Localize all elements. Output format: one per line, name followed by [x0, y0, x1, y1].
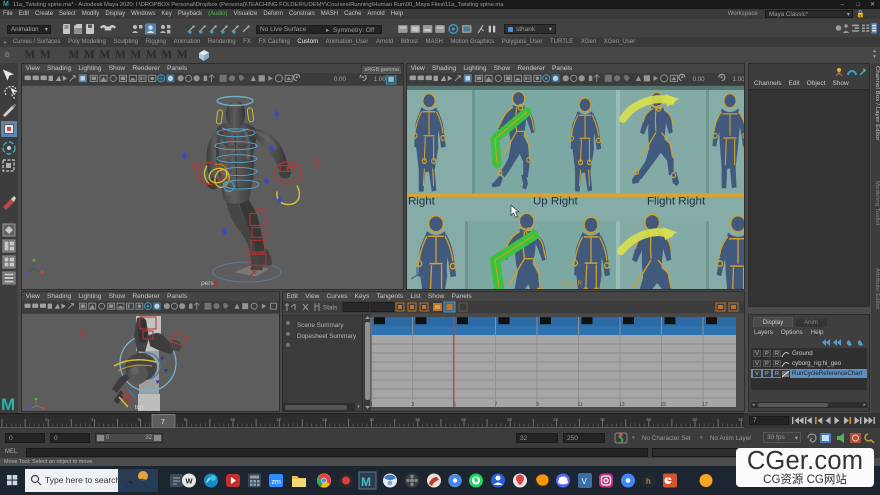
svg-text:1: 1: [370, 402, 373, 408]
svg-text:3: 3: [412, 402, 415, 408]
svg-text:M: M: [361, 475, 371, 489]
svg-text:12: 12: [276, 417, 282, 422]
svg-text:Type here to search: Type here to search: [45, 475, 120, 485]
svg-text:0.00: 0.00: [334, 76, 347, 83]
svg-text:7: 7: [495, 402, 498, 408]
svg-text:Flight Right: Flight Right: [647, 195, 706, 207]
svg-text:30: 30: [692, 417, 698, 422]
svg-text:11: 11: [578, 402, 583, 408]
svg-text:19: 19: [744, 402, 745, 408]
svg-text:20: 20: [461, 417, 467, 422]
svg-text:13: 13: [619, 402, 625, 408]
svg-text:28: 28: [646, 417, 652, 422]
svg-text:9: 9: [536, 402, 539, 408]
svg-text:0.00: 0.00: [693, 76, 706, 83]
svg-text:7: 7: [161, 419, 165, 426]
svg-text:zm: zm: [272, 479, 282, 486]
svg-text:W: W: [186, 477, 194, 486]
svg-text:26: 26: [600, 417, 606, 422]
svg-text:1.00: 1.00: [732, 76, 744, 83]
svg-text:V: V: [582, 477, 588, 486]
svg-text:top: top: [135, 405, 144, 411]
svg-text:Up Right: Up Right: [533, 195, 579, 207]
svg-text:15: 15: [661, 402, 667, 408]
svg-text:side_R: side_R: [562, 280, 583, 287]
svg-text:17: 17: [702, 402, 708, 408]
svg-text:24: 24: [553, 417, 559, 422]
svg-text:1.00: 1.00: [374, 76, 387, 83]
svg-text:Stats: Stats: [323, 305, 337, 312]
svg-text:14: 14: [322, 417, 328, 422]
svg-text:22: 22: [507, 417, 513, 422]
svg-text:18: 18: [415, 417, 421, 422]
svg-text:10: 10: [230, 417, 236, 422]
svg-text:M: M: [1, 395, 15, 413]
svg-text:h: h: [646, 476, 651, 486]
svg-text:16: 16: [369, 417, 375, 422]
svg-text:32: 32: [738, 417, 744, 422]
svg-text:Right: Right: [408, 195, 436, 207]
